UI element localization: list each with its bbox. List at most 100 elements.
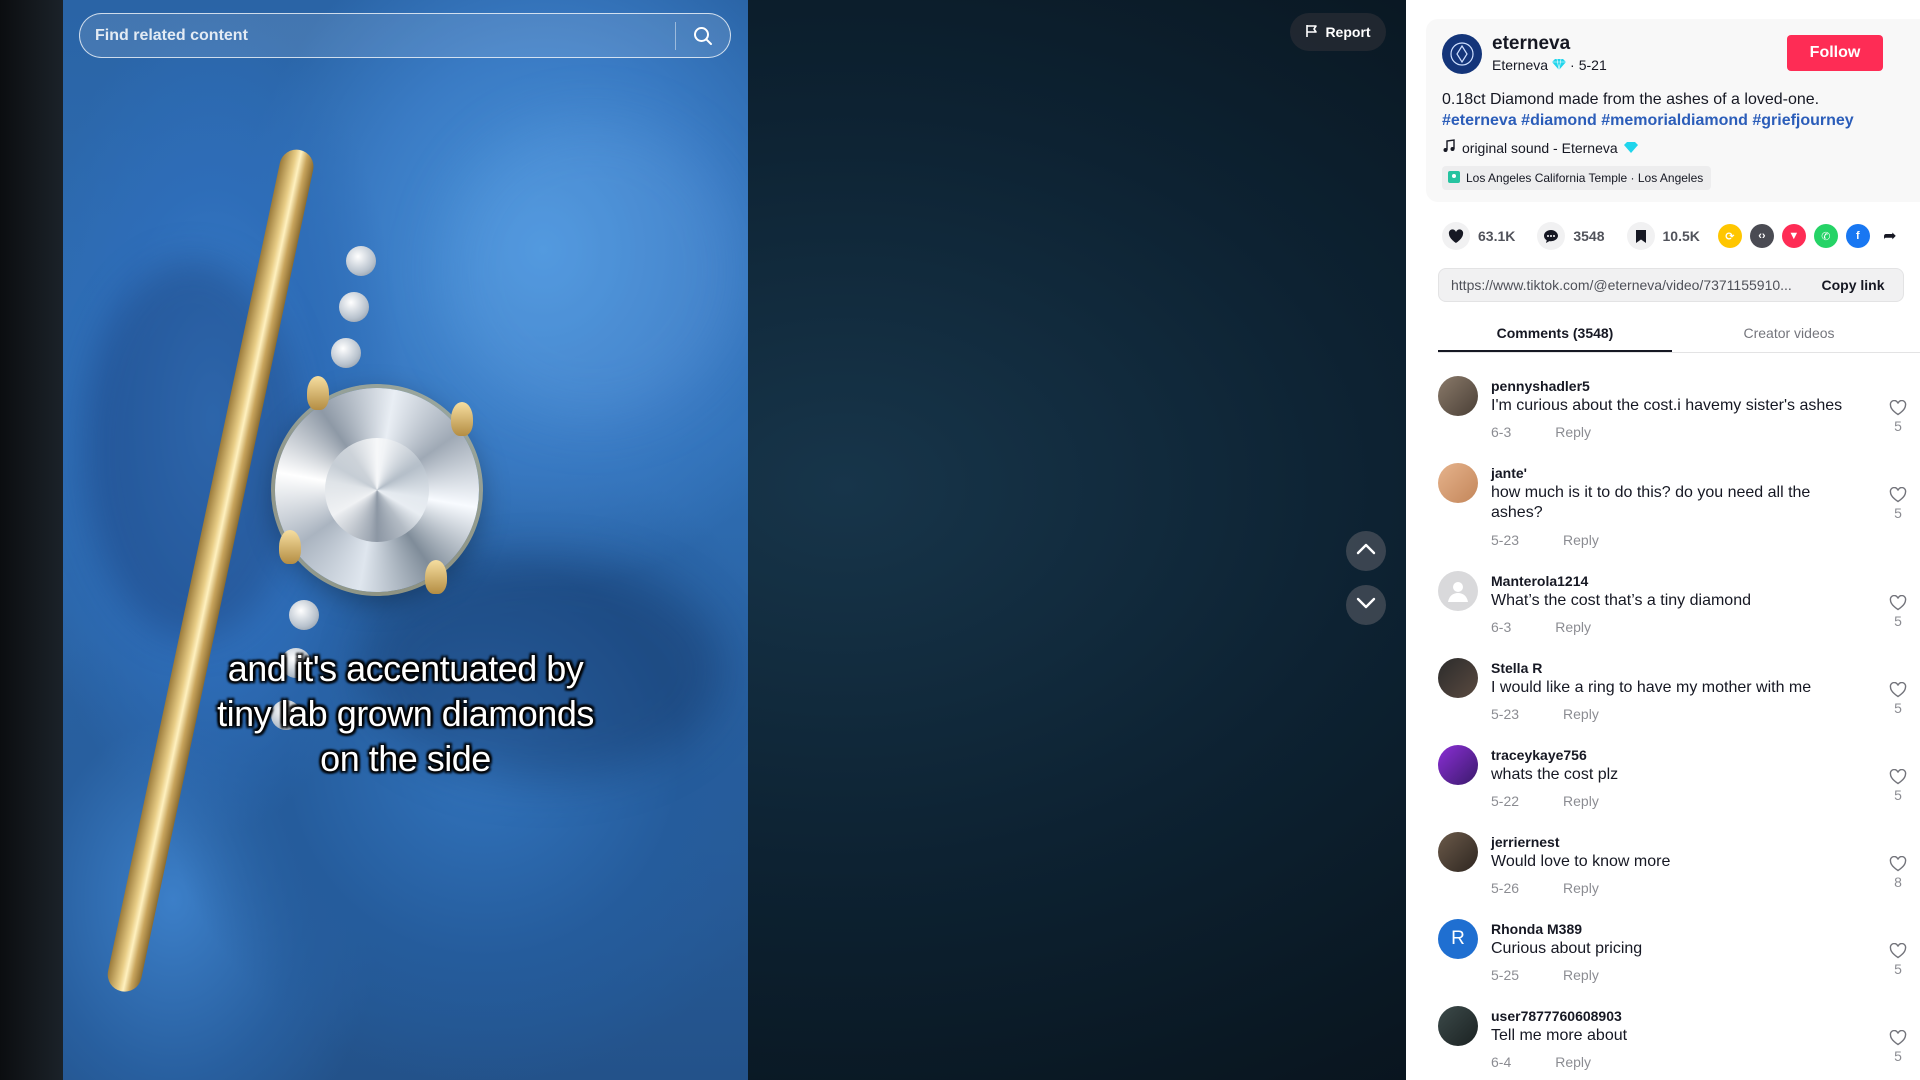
commenter-name[interactable]: Manterola1214 (1491, 573, 1588, 589)
author-handle[interactable]: eterneva (1492, 33, 1570, 55)
hashtag-link[interactable]: #diamond (1521, 112, 1597, 129)
share-arrow-icon[interactable]: ➦ (1878, 224, 1902, 248)
commenter-name[interactable]: Stella R (1491, 660, 1542, 676)
heart-outline-icon (1889, 400, 1907, 416)
comment-meta: 5-22 Reply (1491, 793, 1599, 809)
reply-button[interactable]: Reply (1563, 532, 1599, 548)
comment-text: Would love to know more (1491, 853, 1671, 870)
comment-like-count: 5 (1894, 1048, 1902, 1064)
search-icon[interactable] (676, 13, 730, 58)
description-text: 0.18ct Diamond made from the ashes of a … (1442, 91, 1820, 108)
commenter-avatar[interactable] (1438, 571, 1478, 611)
accent-diamond (331, 338, 361, 368)
comment-meta: 5-26 Reply (1491, 880, 1599, 896)
tab-comments[interactable]: Comments (3548) (1438, 316, 1672, 352)
bookmark-icon (1626, 222, 1655, 250)
comment-like[interactable]: 5 (1886, 682, 1910, 716)
hashtag-link[interactable]: #memorialdiamond (1601, 112, 1748, 129)
comment-count: 3548 (1573, 228, 1605, 244)
reply-button[interactable]: Reply (1555, 1054, 1591, 1070)
commenter-avatar[interactable] (1438, 1006, 1478, 1046)
report-button[interactable]: Report (1290, 13, 1386, 51)
location-tag[interactable]: Los Angeles California Temple · Los Ange… (1442, 166, 1712, 190)
reply-button[interactable]: Reply (1563, 967, 1599, 983)
copy-link-button[interactable]: Copy link (1803, 277, 1903, 293)
comment-text: I'm curious about the cost.i havemy sist… (1491, 397, 1843, 414)
comment-like-count: 5 (1894, 418, 1902, 434)
reply-button[interactable]: Reply (1555, 619, 1591, 635)
commenter-avatar[interactable] (1438, 376, 1478, 416)
comment-list: pennyshadler5 I'm curious about the cost… (1438, 374, 1920, 1080)
heart-outline-icon (1889, 487, 1907, 503)
reply-button[interactable]: Reply (1555, 424, 1591, 440)
search-input[interactable]: Find related content (80, 27, 675, 45)
report-label: Report (1325, 24, 1371, 40)
hashtag-link[interactable]: #eterneva (1442, 112, 1517, 129)
comment-like[interactable]: 5 (1886, 1030, 1910, 1064)
next-video-button[interactable] (1346, 585, 1386, 625)
commenter-avatar[interactable] (1438, 658, 1478, 698)
commenter-avatar[interactable] (1438, 745, 1478, 785)
comment-meta: 5-23 Reply (1491, 706, 1599, 722)
commenter-avatar[interactable] (1438, 832, 1478, 872)
follow-button[interactable]: Follow (1787, 35, 1883, 71)
heart-outline-icon (1889, 943, 1907, 959)
reply-button[interactable]: Reply (1563, 880, 1599, 896)
commenter-avatar[interactable] (1438, 463, 1478, 503)
reply-button[interactable]: Reply (1563, 793, 1599, 809)
whatsapp-icon[interactable]: ✆ (1813, 224, 1838, 248)
comment-date: 5-23 (1491, 532, 1520, 548)
save-action[interactable]: 10.5K (1626, 222, 1700, 250)
comment-item: jante' how much is it to do this? do you… (1438, 461, 1920, 569)
ring-prong (425, 560, 447, 594)
author-display-name[interactable]: Eterneva (1492, 57, 1548, 73)
repost-icon[interactable]: ⟳ (1717, 224, 1742, 248)
comment-like[interactable]: 5 (1886, 400, 1910, 434)
commenter-name[interactable]: traceykaye756 (1491, 747, 1587, 763)
comment-text: Tell me more about (1491, 1027, 1628, 1044)
comment-action[interactable]: 3548 (1537, 222, 1605, 250)
comment-like[interactable]: 5 (1886, 487, 1910, 521)
comment-date: 6-3 (1491, 424, 1512, 440)
post-date: 5-21 (1578, 57, 1607, 73)
verified-diamond-icon (1552, 57, 1567, 73)
comment-item: traceykaye756 whats the cost plz 5-22 Re… (1438, 743, 1920, 830)
like-count: 63.1K (1478, 228, 1516, 244)
embed-code-icon[interactable]: ‹› (1749, 224, 1774, 248)
post-description: 0.18ct Diamond made from the ashes of a … (1442, 89, 1912, 131)
ring-prong (279, 530, 301, 564)
comment-like[interactable]: 8 (1886, 856, 1910, 890)
comment-date: 6-3 (1491, 619, 1512, 635)
search-bar[interactable]: Find related content (79, 13, 731, 58)
video-player[interactable]: and it's accentuated by tiny lab grown d… (63, 0, 748, 1080)
comment-like[interactable]: 5 (1886, 769, 1910, 803)
reply-button[interactable]: Reply (1563, 706, 1599, 722)
like-action[interactable]: 63.1K (1442, 222, 1515, 250)
panel-tabs: Comments (3548) Creator videos (1438, 316, 1920, 353)
commenter-name[interactable]: user7877760608903 (1491, 1008, 1622, 1024)
comment-like-count: 5 (1894, 613, 1902, 629)
comment-like[interactable]: 5 (1886, 595, 1910, 629)
commenter-name[interactable]: jerriernest (1491, 834, 1559, 850)
caption-line: and it's accentuated by (227, 648, 584, 689)
comment-text: Curious about pricing (1491, 940, 1643, 957)
sound-link[interactable]: original sound - Eterneva (1442, 139, 1638, 156)
commenter-name[interactable]: pennyshadler5 (1491, 378, 1590, 394)
send-to-friends-icon[interactable]: ▼ (1781, 224, 1806, 248)
comment-item: user7877760608903 Tell me more about 6-4… (1438, 1004, 1920, 1080)
previous-video-button[interactable] (1346, 531, 1386, 571)
comment-meta: 6-3 Reply (1491, 619, 1591, 635)
heart-outline-icon (1889, 595, 1907, 611)
meta-separator: · (1570, 57, 1575, 73)
comment-like[interactable]: 5 (1886, 943, 1910, 977)
glove-highlight (443, 120, 743, 420)
commenter-name[interactable]: jante' (1491, 465, 1527, 481)
facebook-icon[interactable]: f (1845, 224, 1870, 248)
author-meta: Eterneva · 5-21 (1492, 57, 1607, 73)
hashtag-link[interactable]: #griefjourney (1752, 112, 1853, 129)
commenter-name[interactable]: Rhonda M389 (1491, 921, 1582, 937)
commenter-avatar[interactable]: R (1438, 919, 1478, 959)
author-avatar[interactable] (1442, 34, 1482, 74)
tab-creator-videos[interactable]: Creator videos (1672, 316, 1906, 352)
caption-line: on the side (320, 738, 491, 779)
